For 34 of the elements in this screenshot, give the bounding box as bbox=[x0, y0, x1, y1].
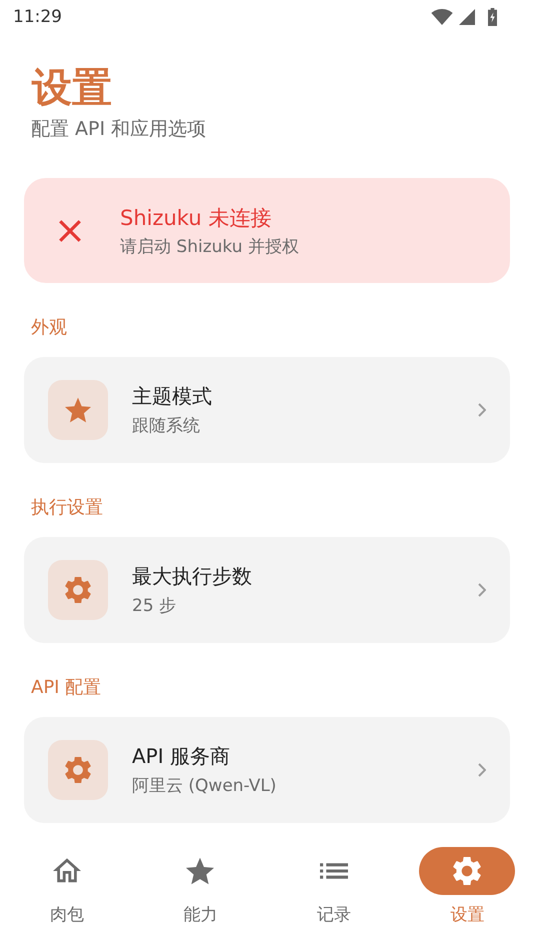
setting-value: 跟随系统 bbox=[132, 415, 201, 437]
section-header: 执行设置 bbox=[31, 496, 104, 520]
settings-icon bbox=[65, 757, 91, 783]
settings-icon bbox=[65, 577, 91, 603]
setting-value: 阿里云 (Qwen-VL) bbox=[132, 775, 278, 797]
section-header: API 配置 bbox=[31, 676, 102, 700]
settings-row[interactable]: 最大执行步数 25 步 bbox=[24, 537, 510, 643]
wifi-icon bbox=[431, 9, 453, 25]
page-title: 设置 bbox=[32, 64, 113, 112]
nav-tab[interactable]: 设置 bbox=[400, 831, 534, 949]
setting-title: 最大执行步数 bbox=[132, 563, 253, 590]
page-subtitle: 配置 API 和应用选项 bbox=[31, 117, 208, 142]
settings-icon bbox=[453, 857, 482, 885]
battery-charging-icon bbox=[487, 8, 498, 26]
chevron-icon bbox=[478, 583, 486, 597]
nav-tab[interactable]: 记录 bbox=[267, 831, 400, 949]
setting-title: API 服务商 bbox=[132, 743, 231, 770]
settings-row[interactable]: 主题模式 跟随系统 bbox=[24, 357, 510, 463]
home-icon bbox=[52, 857, 81, 885]
star-icon bbox=[186, 857, 214, 885]
chevron-icon bbox=[478, 763, 486, 777]
status-time: 11:29 bbox=[13, 7, 62, 27]
settings-row[interactable]: API 服务商 阿里云 (Qwen-VL) bbox=[24, 717, 510, 823]
nav-tab[interactable]: 能力 bbox=[134, 831, 267, 949]
section-header: 外观 bbox=[31, 316, 68, 340]
setting-title: 主题模式 bbox=[132, 383, 213, 410]
error-cross-icon bbox=[57, 218, 83, 244]
star-icon bbox=[65, 397, 91, 423]
alert-message: 请启动 Shizuku 并授权 bbox=[120, 236, 299, 258]
signal-icon bbox=[459, 9, 475, 25]
chevron-icon bbox=[478, 403, 486, 417]
alert-title: Shizuku 未连接 bbox=[120, 204, 272, 232]
setting-value: 25 步 bbox=[132, 595, 178, 617]
nav-tab[interactable]: 肉包 bbox=[0, 831, 134, 949]
